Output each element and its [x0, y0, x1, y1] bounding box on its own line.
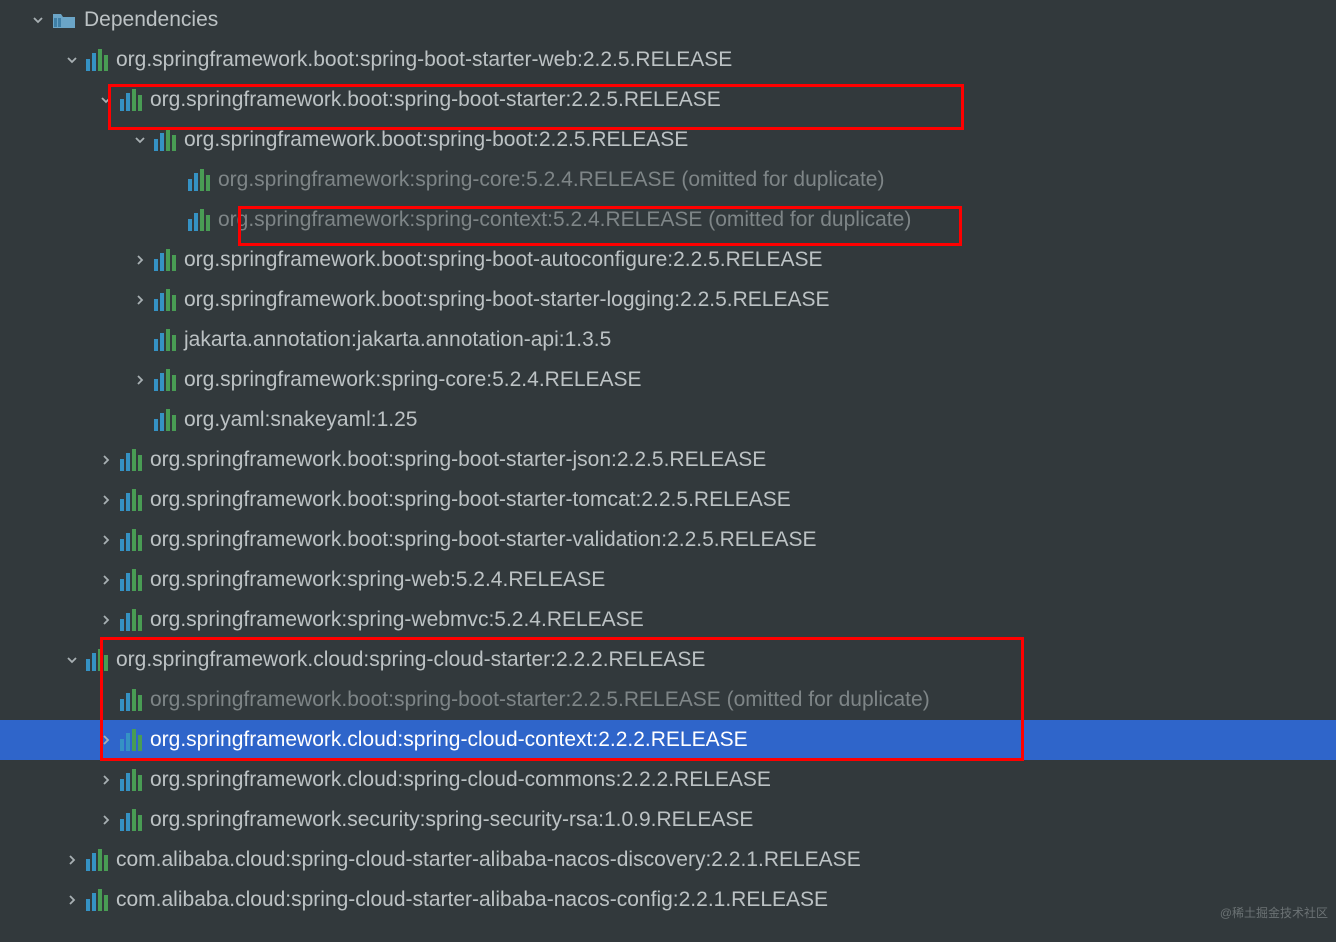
tree-row-label: org.springframework.security:spring-secu…	[150, 804, 753, 836]
tree-row[interactable]: org.springframework.cloud:spring-cloud-c…	[0, 720, 1336, 760]
chevron-right-icon[interactable]	[96, 450, 116, 470]
library-icon	[120, 529, 142, 551]
chevron-down-icon[interactable]	[28, 10, 48, 30]
tree-row[interactable]: org.springframework:spring-webmvc:5.2.4.…	[0, 600, 1336, 640]
tree-row-label: org.springframework:spring-core:5.2.4.RE…	[218, 164, 884, 196]
tree-row[interactable]: org.springframework:spring-core:5.2.4.RE…	[0, 160, 1336, 200]
tree-row-label: Dependencies	[84, 4, 218, 36]
tree-row[interactable]: jakarta.annotation:jakarta.annotation-ap…	[0, 320, 1336, 360]
library-icon	[154, 249, 176, 271]
dependency-tree[interactable]: Dependencies org.springframework.boot:spr…	[0, 0, 1336, 920]
tree-row-label: com.alibaba.cloud:spring-cloud-starter-a…	[116, 844, 861, 876]
tree-row[interactable]: org.springframework:spring-context:5.2.4…	[0, 200, 1336, 240]
chevron-down-icon[interactable]	[62, 650, 82, 670]
library-icon	[86, 889, 108, 911]
tree-row-label: org.springframework.boot:spring-boot-aut…	[184, 244, 823, 276]
tree-row[interactable]: org.springframework.boot:spring-boot:2.2…	[0, 120, 1336, 160]
chevron-right-icon[interactable]	[62, 890, 82, 910]
tree-row[interactable]: com.alibaba.cloud:spring-cloud-starter-a…	[0, 840, 1336, 880]
tree-row-label: org.springframework:spring-web:5.2.4.REL…	[150, 564, 605, 596]
tree-row-label: com.alibaba.cloud:spring-cloud-starter-a…	[116, 884, 828, 916]
library-icon	[120, 569, 142, 591]
library-icon	[86, 849, 108, 871]
tree-row[interactable]: org.yaml:snakeyaml:1.25	[0, 400, 1336, 440]
tree-row-label: org.springframework:spring-webmvc:5.2.4.…	[150, 604, 644, 636]
tree-row[interactable]: org.springframework.cloud:spring-cloud-c…	[0, 760, 1336, 800]
tree-row[interactable]: org.springframework.boot:spring-boot-sta…	[0, 80, 1336, 120]
tree-row[interactable]: org.springframework.security:spring-secu…	[0, 800, 1336, 840]
chevron-right-icon[interactable]	[96, 570, 116, 590]
chevron-down-icon[interactable]	[96, 90, 116, 110]
library-icon	[120, 809, 142, 831]
library-icon	[120, 89, 142, 111]
tree-row-label: org.springframework.boot:spring-boot-sta…	[184, 284, 829, 316]
tree-row[interactable]: org.springframework:spring-web:5.2.4.REL…	[0, 560, 1336, 600]
library-icon	[154, 409, 176, 431]
chevron-right-icon[interactable]	[130, 250, 150, 270]
chevron-right-icon[interactable]	[130, 290, 150, 310]
tree-row[interactable]: Dependencies	[0, 0, 1336, 40]
library-icon	[154, 329, 176, 351]
library-icon	[120, 449, 142, 471]
folder-icon	[52, 11, 76, 29]
tree-row-label: org.yaml:snakeyaml:1.25	[184, 404, 417, 436]
chevron-right-icon[interactable]	[96, 810, 116, 830]
tree-row-label: org.springframework.boot:spring-boot-sta…	[150, 444, 766, 476]
library-icon	[120, 489, 142, 511]
library-icon	[154, 369, 176, 391]
tree-row-label: org.springframework:spring-context:5.2.4…	[218, 204, 911, 236]
library-icon	[86, 49, 108, 71]
chevron-down-icon[interactable]	[62, 50, 82, 70]
tree-row-label: org.springframework.boot:spring-boot-sta…	[150, 684, 930, 716]
tree-row[interactable]: org.springframework:spring-core:5.2.4.RE…	[0, 360, 1336, 400]
tree-row[interactable]: org.springframework.boot:spring-boot-sta…	[0, 40, 1336, 80]
chevron-right-icon[interactable]	[96, 770, 116, 790]
chevron-right-icon[interactable]	[130, 370, 150, 390]
tree-row[interactable]: com.alibaba.cloud:spring-cloud-starter-a…	[0, 880, 1336, 920]
tree-row[interactable]: org.springframework.boot:spring-boot-sta…	[0, 520, 1336, 560]
library-icon	[86, 649, 108, 671]
tree-row-label: org.springframework.boot:spring-boot-sta…	[150, 84, 721, 116]
watermark: @稀土掘金技术社区	[1220, 904, 1328, 922]
tree-row[interactable]: org.springframework.boot:spring-boot-sta…	[0, 680, 1336, 720]
tree-row-label: org.springframework.boot:spring-boot-sta…	[150, 484, 791, 516]
tree-row-label: org.springframework.boot:spring-boot:2.2…	[184, 124, 688, 156]
tree-row[interactable]: org.springframework.boot:spring-boot-sta…	[0, 440, 1336, 480]
tree-row-label: org.springframework.cloud:spring-cloud-s…	[116, 644, 705, 676]
library-icon	[188, 209, 210, 231]
library-icon	[154, 289, 176, 311]
tree-row-label: org.springframework.boot:spring-boot-sta…	[116, 44, 732, 76]
chevron-right-icon[interactable]	[96, 530, 116, 550]
tree-row[interactable]: org.springframework.cloud:spring-cloud-s…	[0, 640, 1336, 680]
chevron-right-icon[interactable]	[96, 610, 116, 630]
library-icon	[120, 689, 142, 711]
library-icon	[120, 769, 142, 791]
library-icon	[120, 729, 142, 751]
tree-row-label: org.springframework.cloud:spring-cloud-c…	[150, 764, 771, 796]
chevron-down-icon[interactable]	[130, 130, 150, 150]
tree-row-label: jakarta.annotation:jakarta.annotation-ap…	[184, 324, 611, 356]
library-icon	[188, 169, 210, 191]
tree-row[interactable]: org.springframework.boot:spring-boot-aut…	[0, 240, 1336, 280]
tree-row[interactable]: org.springframework.boot:spring-boot-sta…	[0, 480, 1336, 520]
tree-row-label: org.springframework:spring-core:5.2.4.RE…	[184, 364, 642, 396]
chevron-right-icon[interactable]	[96, 490, 116, 510]
tree-row-label: org.springframework.boot:spring-boot-sta…	[150, 524, 816, 556]
chevron-right-icon[interactable]	[62, 850, 82, 870]
library-icon	[120, 609, 142, 631]
tree-row-label: org.springframework.cloud:spring-cloud-c…	[150, 724, 748, 756]
chevron-right-icon[interactable]	[96, 730, 116, 750]
tree-row[interactable]: org.springframework.boot:spring-boot-sta…	[0, 280, 1336, 320]
library-icon	[154, 129, 176, 151]
